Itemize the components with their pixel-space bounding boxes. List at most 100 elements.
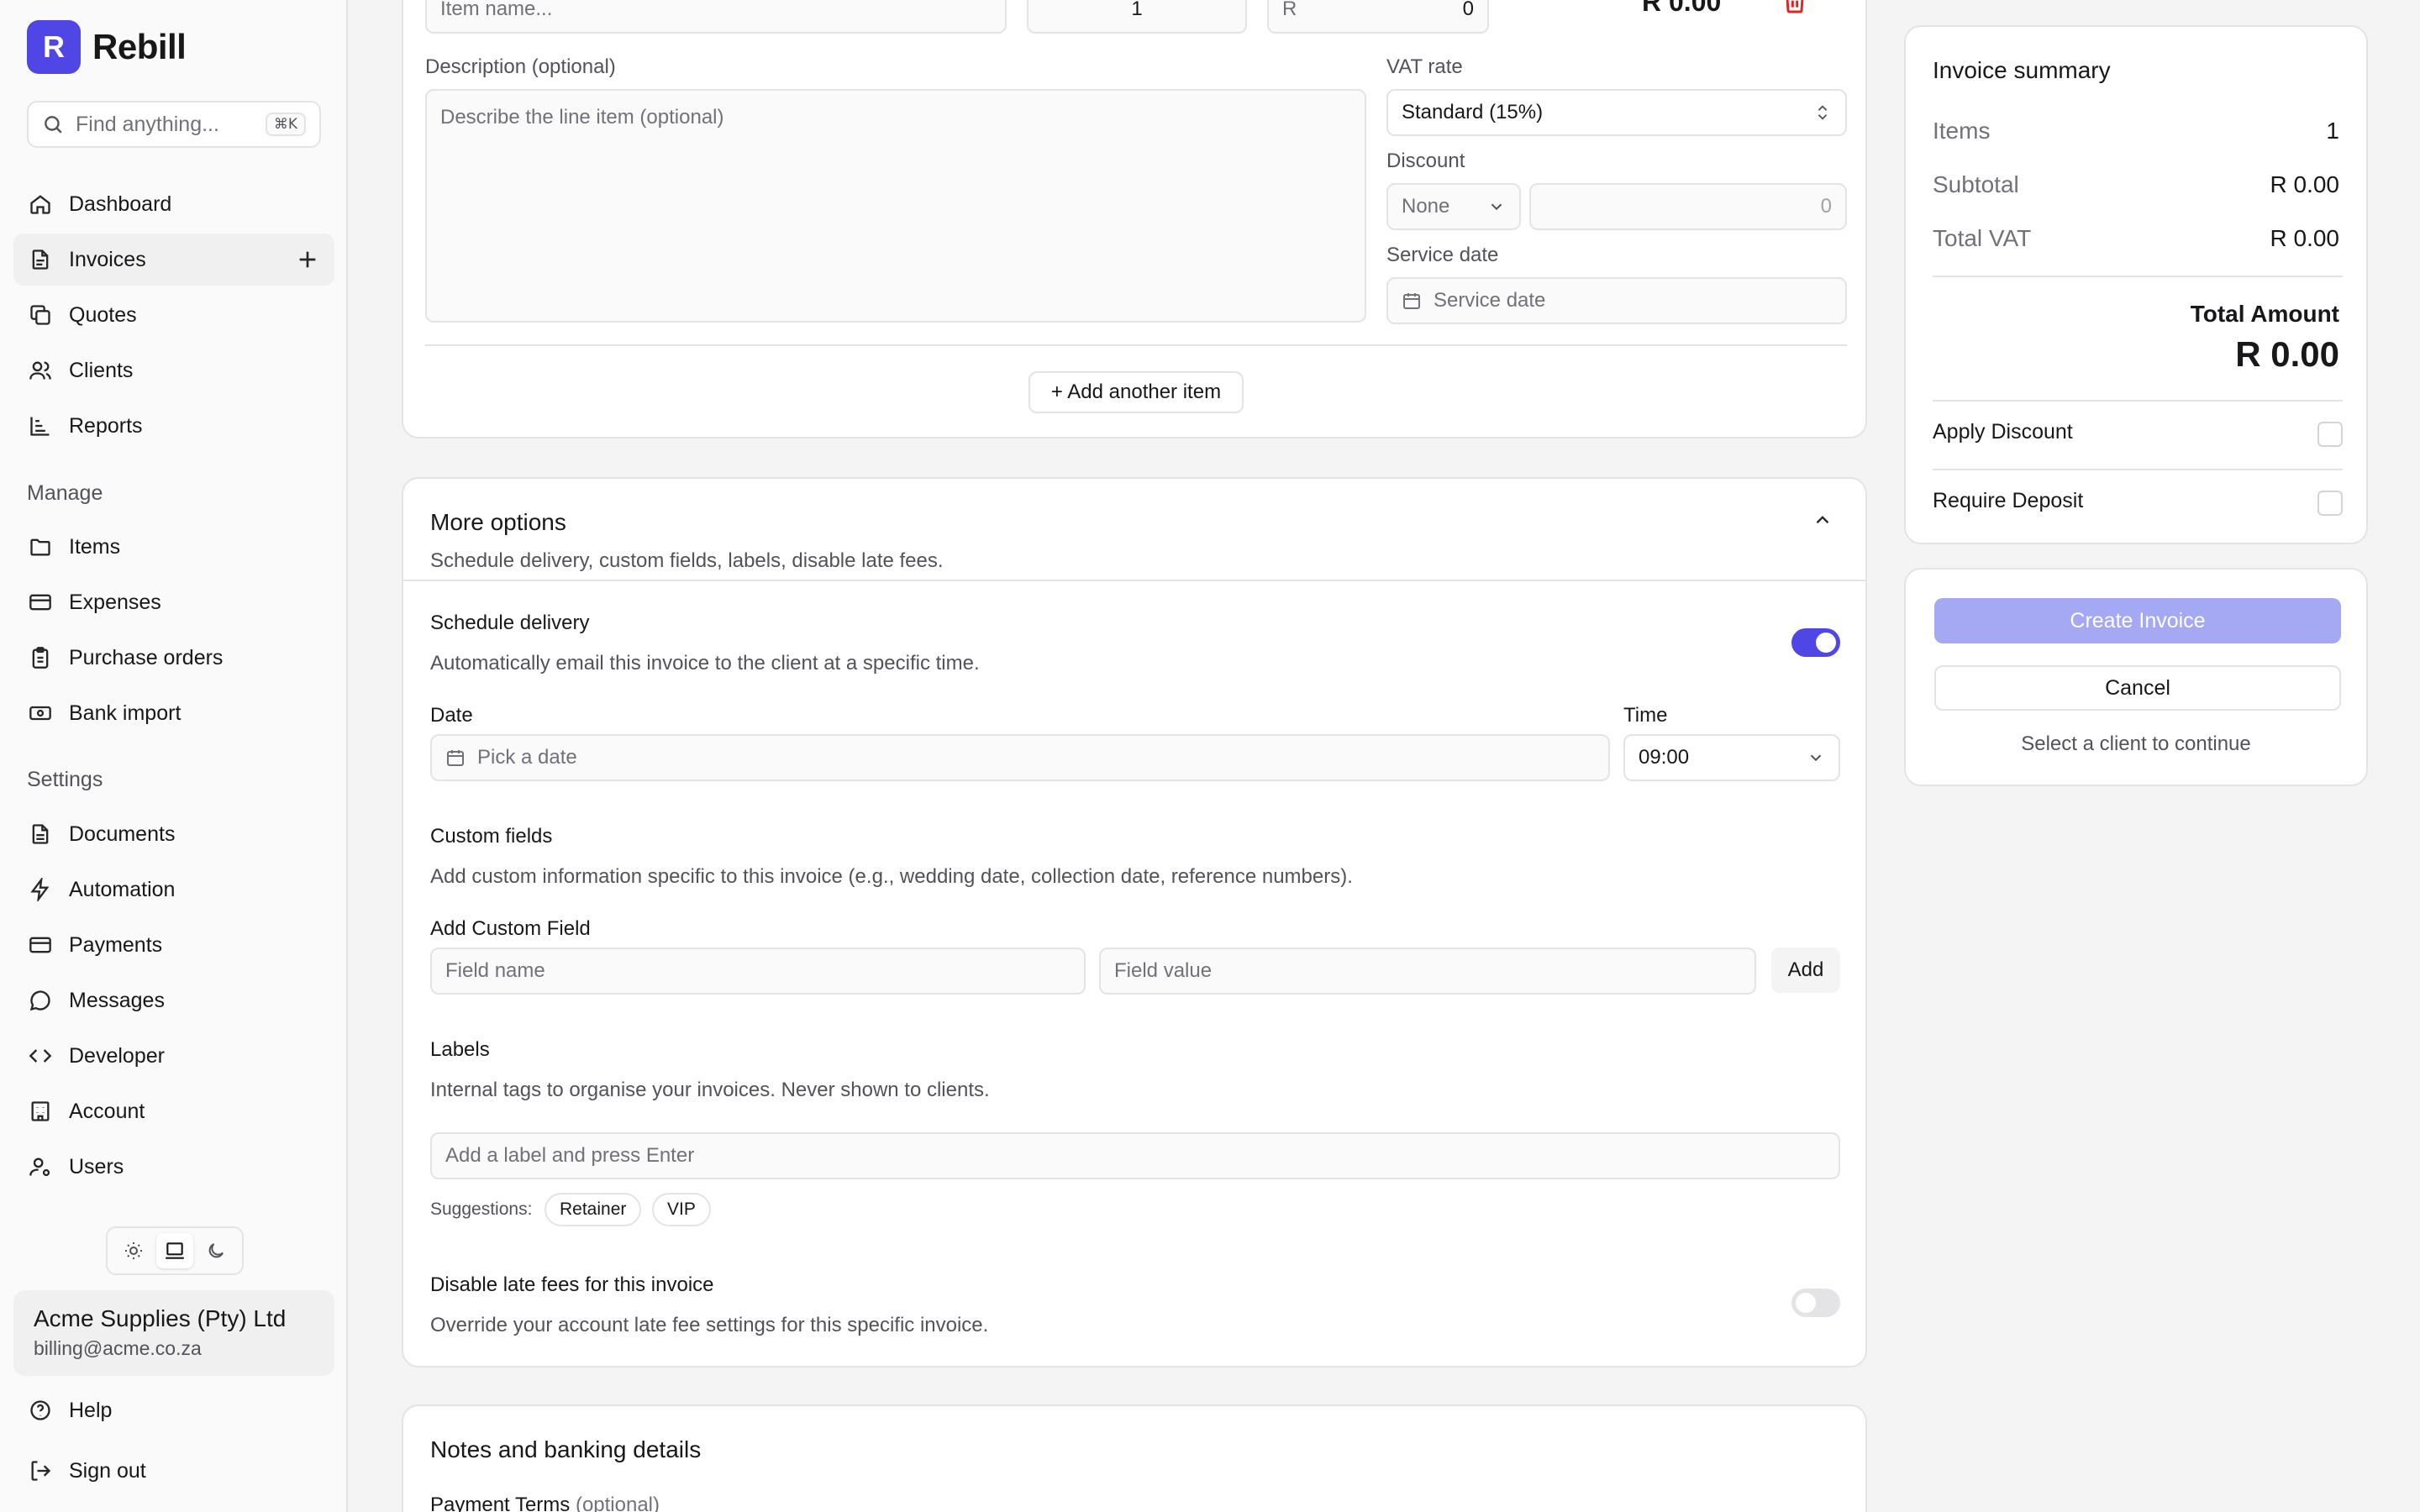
discount-value-input[interactable]: 0 bbox=[1529, 183, 1847, 230]
quantity-input[interactable]: 1 bbox=[1027, 0, 1247, 34]
sidebar-item-payments[interactable]: Payments bbox=[13, 919, 334, 971]
clipboard-icon bbox=[32, 647, 49, 669]
field-name-input[interactable]: Field name bbox=[430, 948, 1086, 995]
price-value: 0 bbox=[1462, 0, 1474, 20]
brand-logo: R bbox=[27, 20, 81, 74]
late-fee-title: Disable late fees for this invoice bbox=[430, 1273, 714, 1296]
date-input[interactable]: Pick a date bbox=[430, 734, 1610, 781]
summary-title: Invoice summary bbox=[1933, 57, 2111, 83]
sidebar-item-label: Items bbox=[69, 534, 121, 559]
sidebar-item-expenses[interactable]: Expenses bbox=[13, 576, 334, 628]
line-total: R 0.00 bbox=[1642, 0, 1722, 17]
theme-light-button[interactable] bbox=[115, 1233, 152, 1268]
sidebar-item-documents[interactable]: Documents bbox=[13, 808, 334, 860]
sidebar-item-label: Quotes bbox=[69, 302, 137, 327]
suggestion-chip-vip[interactable]: VIP bbox=[652, 1193, 711, 1226]
sidebar-item-label: Clients bbox=[69, 358, 134, 382]
description-label: Description (optional) bbox=[425, 55, 616, 78]
schedule-delivery-toggle[interactable] bbox=[1791, 628, 1840, 657]
copy-icon bbox=[30, 305, 50, 325]
apply-discount-label: Apply Discount bbox=[1933, 420, 2073, 444]
require-deposit-label: Require Deposit bbox=[1933, 489, 2084, 512]
credit-card-icon bbox=[29, 594, 51, 611]
code-icon bbox=[29, 1049, 52, 1063]
cancel-button[interactable]: Cancel bbox=[1934, 665, 2341, 711]
calendar-icon bbox=[1403, 293, 1420, 309]
bar-chart-icon bbox=[30, 417, 50, 436]
late-fee-toggle[interactable] bbox=[1791, 1289, 1840, 1317]
sidebar-item-label: Help bbox=[69, 1398, 113, 1422]
label-input[interactable]: Add a label and press Enter bbox=[430, 1132, 1840, 1179]
vat-rate-value: Standard (15%) bbox=[1402, 101, 1544, 123]
discount-type-select[interactable]: None bbox=[1386, 183, 1521, 230]
add-invoice-button[interactable] bbox=[294, 246, 321, 273]
sidebar-item-clients[interactable]: Clients bbox=[13, 344, 334, 396]
description-placeholder: Describe the line item (optional) bbox=[440, 106, 724, 129]
currency-prefix: R bbox=[1282, 0, 1297, 20]
summary-subtotal-value: R 0.00 bbox=[2270, 171, 2340, 197]
item-name-input[interactable]: Item name... bbox=[425, 0, 1007, 34]
moon-icon bbox=[208, 1243, 224, 1258]
brand[interactable]: R Rebill bbox=[27, 20, 187, 74]
theme-dark-button[interactable] bbox=[197, 1233, 234, 1268]
sidebar-item-messages[interactable]: Messages bbox=[13, 974, 334, 1026]
summary-vat-label: Total VAT bbox=[1933, 225, 2032, 251]
quantity-value: 1 bbox=[1131, 0, 1143, 20]
sidebar-item-automation[interactable]: Automation bbox=[13, 864, 334, 916]
sidebar-item-purchase-orders[interactable]: Purchase orders bbox=[13, 632, 334, 684]
account-name: Acme Supplies (Pty) Ltd bbox=[34, 1305, 287, 1331]
sidebar-item-label: Purchase orders bbox=[69, 645, 224, 669]
summary-items-label: Items bbox=[1933, 118, 1991, 144]
vat-rate-select[interactable]: Standard (15%) bbox=[1386, 89, 1847, 136]
require-deposit-checkbox[interactable] bbox=[2317, 491, 2343, 516]
sidebar-item-dashboard[interactable]: Dashboard bbox=[13, 178, 334, 230]
late-fee-help: Override your account late fee settings … bbox=[430, 1314, 989, 1336]
sidebar-item-invoices[interactable]: Invoices bbox=[13, 234, 334, 286]
optional-text: (optional) bbox=[575, 1494, 660, 1512]
sidebar-item-items[interactable]: Items bbox=[13, 521, 334, 573]
total-amount-value: R 0.00 bbox=[2235, 334, 2339, 374]
service-date-input[interactable]: Service date bbox=[1386, 277, 1847, 324]
delete-item-button[interactable] bbox=[1781, 0, 1808, 23]
sidebar-item-bank-import[interactable]: Bank import bbox=[13, 687, 334, 739]
credit-card-icon bbox=[29, 937, 51, 953]
account-card[interactable]: Acme Supplies (Pty) Ltd billing@acme.co.… bbox=[13, 1290, 334, 1376]
suggestions-label: Suggestions: bbox=[430, 1200, 533, 1219]
sidebar-item-quotes[interactable]: Quotes bbox=[13, 289, 334, 341]
suggestion-chip-retainer[interactable]: Retainer bbox=[544, 1193, 642, 1226]
notes-card: Notes and banking details Payment Terms … bbox=[402, 1404, 1867, 1512]
date-label: Date bbox=[430, 704, 473, 727]
message-circle-icon bbox=[29, 990, 50, 1011]
schedule-delivery-title: Schedule delivery bbox=[430, 612, 590, 634]
sidebar-item-sign-out[interactable]: Sign out bbox=[13, 1445, 334, 1497]
sidebar-item-account[interactable]: Account bbox=[13, 1085, 334, 1137]
sidebar-item-label: Documents bbox=[69, 822, 176, 846]
sidebar-item-label: Dashboard bbox=[69, 192, 172, 216]
theme-system-button[interactable] bbox=[155, 1233, 193, 1268]
item-name-placeholder: Item name... bbox=[440, 0, 553, 20]
add-item-button[interactable]: + Add another item bbox=[1028, 371, 1244, 413]
sidebar-item-help[interactable]: Help bbox=[13, 1384, 334, 1436]
more-options-subtitle: Schedule delivery, custom fields, labels… bbox=[430, 549, 944, 572]
apply-discount-checkbox[interactable] bbox=[2317, 422, 2343, 447]
labels-help: Internal tags to organise your invoices.… bbox=[430, 1079, 990, 1101]
search-input[interactable]: Find anything... ⌘K bbox=[27, 101, 321, 148]
sidebar-item-users[interactable]: Users bbox=[13, 1141, 334, 1193]
sun-icon bbox=[124, 1242, 142, 1259]
field-value-placeholder: Field value bbox=[1114, 959, 1213, 982]
theme-switcher bbox=[106, 1226, 244, 1275]
field-value-input[interactable]: Field value bbox=[1099, 948, 1756, 995]
brand-name: Rebill bbox=[92, 27, 187, 66]
actions-card: Create Invoice Cancel Select a client to… bbox=[1904, 568, 2368, 786]
price-input[interactable]: R 0 bbox=[1267, 0, 1489, 34]
create-invoice-button[interactable]: Create Invoice bbox=[1934, 598, 2341, 643]
collapse-button[interactable] bbox=[1812, 509, 1833, 537]
sidebar-item-developer[interactable]: Developer bbox=[13, 1030, 334, 1082]
total-amount-label: Total Amount bbox=[2190, 301, 2339, 327]
vat-rate-label: VAT rate bbox=[1386, 55, 1463, 78]
sidebar-item-reports[interactable]: Reports bbox=[13, 400, 334, 452]
time-select[interactable]: 09:00 bbox=[1623, 734, 1840, 781]
sidebar-item-label: Payments bbox=[69, 932, 163, 957]
description-textarea[interactable]: Describe the line item (optional) bbox=[425, 89, 1366, 323]
add-custom-field-button[interactable]: Add bbox=[1771, 948, 1840, 993]
